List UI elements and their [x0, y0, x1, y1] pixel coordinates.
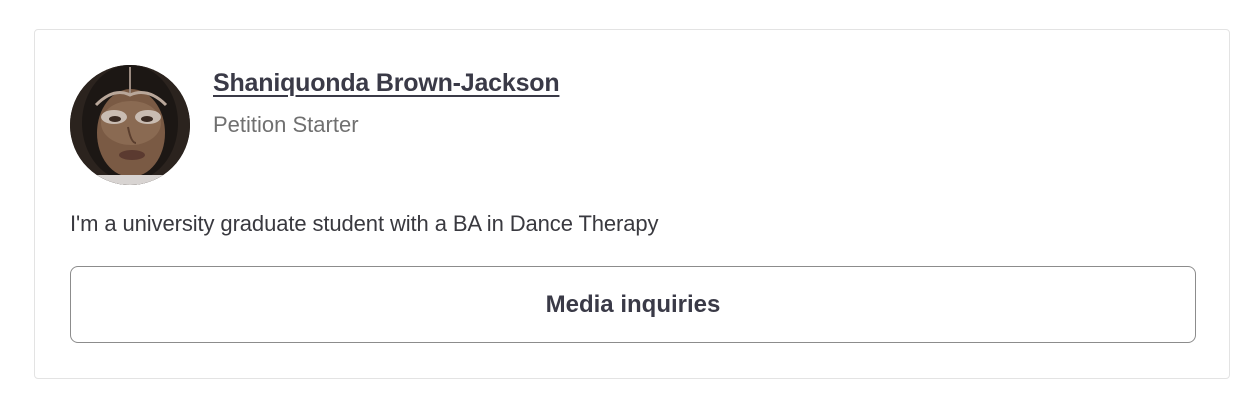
starter-bio: I'm a university graduate student with a… [70, 211, 659, 236]
media-inquiries-button[interactable]: Media inquiries [70, 266, 1196, 343]
avatar-photo-icon [70, 65, 190, 185]
starter-header: Shaniquonda Brown-Jackson Petition Start… [70, 65, 560, 185]
starter-name-link[interactable]: Shaniquonda Brown-Jackson [213, 69, 560, 98]
avatar [70, 65, 190, 185]
starter-role: Petition Starter [213, 112, 359, 137]
starter-meta: Shaniquonda Brown-Jackson Petition Start… [213, 65, 560, 138]
petition-starter-card: Shaniquonda Brown-Jackson Petition Start… [34, 29, 1230, 379]
